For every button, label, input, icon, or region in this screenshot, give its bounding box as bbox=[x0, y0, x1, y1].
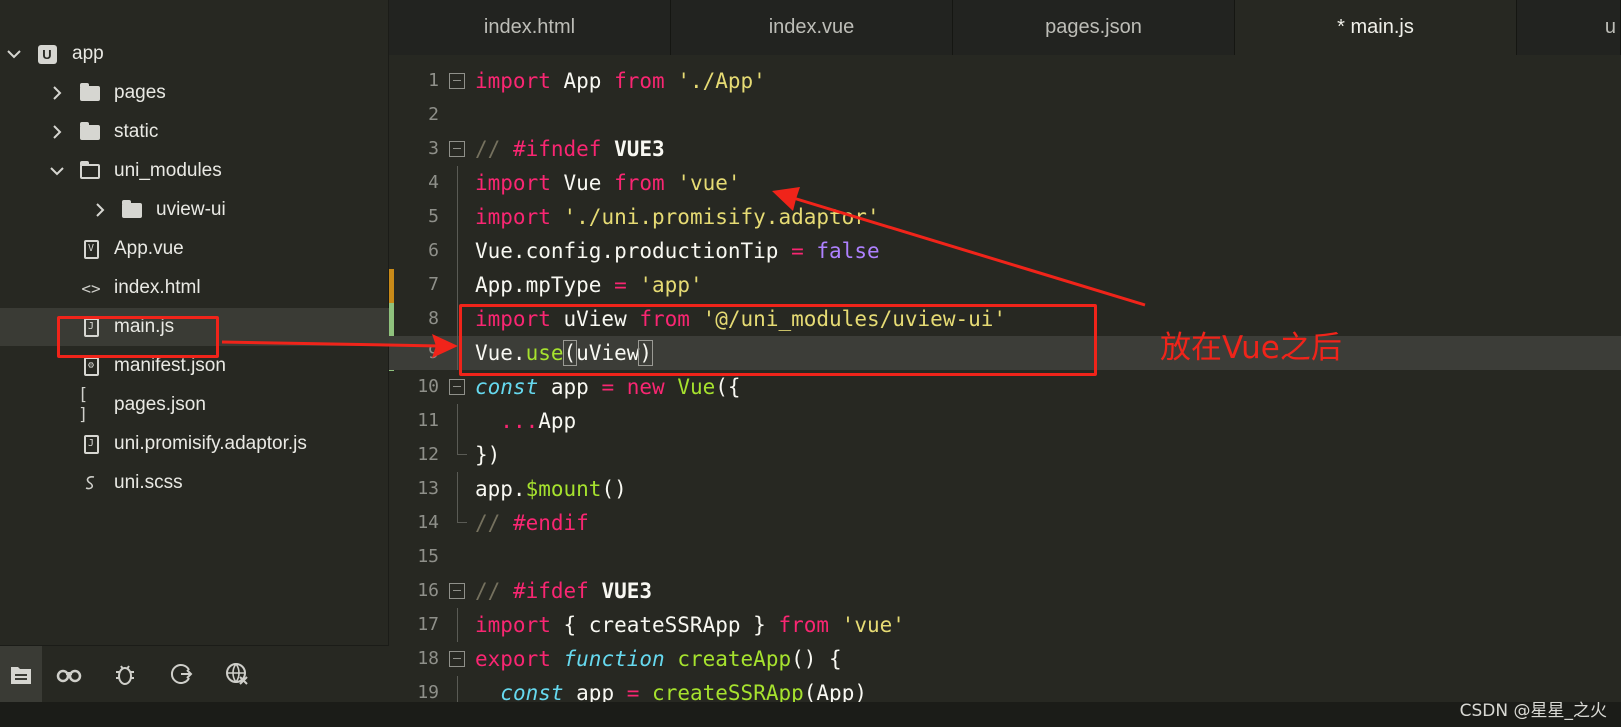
code-line: 2 bbox=[428, 104, 439, 125]
vue-file-icon: V bbox=[80, 238, 102, 260]
code-line: 3 // #ifndef VUE3 bbox=[389, 132, 1621, 166]
sidebar-toolbar bbox=[0, 645, 389, 703]
tree-item-uni-modules[interactable]: uni_modules bbox=[0, 152, 389, 190]
code-line: 15 bbox=[417, 546, 439, 567]
chevron-down-icon[interactable] bbox=[4, 44, 24, 64]
code-line: 12 }) bbox=[389, 438, 1621, 472]
fold-toggle-icon[interactable] bbox=[449, 141, 465, 157]
fold-toggle-icon[interactable] bbox=[449, 651, 465, 667]
chevron-right-icon[interactable] bbox=[47, 83, 67, 103]
tab-pages-json[interactable]: pages.json bbox=[953, 0, 1235, 55]
scss-file-icon bbox=[80, 472, 102, 494]
app-project-icon: U bbox=[36, 43, 58, 65]
annotation-highlight-code bbox=[459, 304, 1097, 376]
tree-item-pages-json[interactable]: [ ] pages.json bbox=[0, 385, 389, 425]
html-file-icon: <> bbox=[81, 278, 101, 298]
folder-icon bbox=[79, 121, 101, 143]
tree-item-static[interactable]: static bbox=[0, 113, 389, 151]
code-line: 1 import App from './App' bbox=[389, 64, 1621, 98]
debug-icon[interactable] bbox=[107, 656, 143, 692]
git-icon[interactable] bbox=[163, 656, 199, 692]
tab-index-vue[interactable]: index.vue bbox=[671, 0, 953, 55]
code-line: 16 // #ifdef VUE3 bbox=[389, 574, 1621, 608]
code-line: 13 app.$mount() bbox=[389, 472, 1621, 506]
code-text: import App from './App' bbox=[475, 69, 766, 93]
code-text: app.$mount() bbox=[475, 477, 627, 501]
js-file-icon: J bbox=[80, 433, 102, 455]
code-line: 18 export function createApp() { bbox=[389, 642, 1621, 676]
tree-item-app[interactable]: U app bbox=[0, 35, 389, 73]
editor-tab-bar: index.html index.vue pages.json * main.j… bbox=[389, 0, 1621, 55]
tree-item-uni-scss[interactable]: uni.scss bbox=[0, 464, 389, 502]
annotation-highlight-file bbox=[57, 316, 219, 358]
watermark: CSDN @星星_之火 bbox=[1459, 701, 1607, 721]
fold-toggle-icon[interactable] bbox=[449, 583, 465, 599]
code-text: import Vue from 'vue' bbox=[475, 171, 741, 195]
code-text: export function createApp() { bbox=[475, 647, 842, 671]
tree-item-uview-ui[interactable]: uview-ui bbox=[0, 191, 389, 229]
code-text: // #endif bbox=[475, 511, 589, 535]
fold-toggle-icon[interactable] bbox=[449, 379, 465, 395]
code-text: import { createSSRApp } from 'vue' bbox=[475, 613, 905, 637]
folder-icon bbox=[121, 199, 143, 221]
json-file-icon: [ ] bbox=[78, 385, 89, 425]
annotation-note: 放在Vue之后 bbox=[1160, 330, 1342, 366]
chevron-right-icon[interactable] bbox=[90, 200, 110, 220]
code-line: 7 App.mpType = 'app' bbox=[389, 268, 1621, 302]
code-line: 6 Vue.config.productionTip = false bbox=[389, 234, 1621, 268]
code-text: const app = createSSRApp(App) bbox=[500, 681, 867, 702]
code-line: 14 // #endif bbox=[389, 506, 1621, 540]
tree-item-uni-promisify-adaptor-js[interactable]: J uni.promisify.adaptor.js bbox=[0, 425, 389, 463]
tree-item-index-html[interactable]: <> index.html bbox=[0, 269, 389, 307]
code-text: App.mpType = 'app' bbox=[475, 273, 703, 297]
code-text: }) bbox=[475, 443, 501, 467]
search-icon[interactable] bbox=[51, 656, 87, 692]
folder-icon bbox=[79, 82, 101, 104]
explorer-icon[interactable] bbox=[0, 646, 42, 703]
code-text: import './uni.promisify.adaptor' bbox=[475, 205, 880, 229]
chevron-right-icon[interactable] bbox=[47, 122, 67, 142]
fold-toggle-icon[interactable] bbox=[449, 73, 465, 89]
tree-item-pages[interactable]: pages bbox=[0, 74, 389, 112]
code-line: 11 ...App bbox=[389, 404, 1621, 438]
tab-overflow[interactable]: u bbox=[1517, 0, 1621, 55]
code-text: // #ifdef VUE3 bbox=[475, 579, 653, 603]
chevron-down-icon[interactable] bbox=[47, 161, 67, 181]
code-line: 17 import { createSSRApp } from 'vue' bbox=[389, 608, 1621, 642]
folder-open-icon bbox=[79, 160, 101, 182]
code-line: 5 import './uni.promisify.adaptor' bbox=[389, 200, 1621, 234]
tab-index-html[interactable]: index.html bbox=[389, 0, 671, 55]
code-line: 19 const app = createSSRApp(App) bbox=[389, 676, 1621, 702]
tab-main-js[interactable]: * main.js bbox=[1235, 0, 1517, 55]
code-text: Vue.config.productionTip = false bbox=[475, 239, 880, 263]
status-bar bbox=[0, 702, 1621, 727]
code-editor[interactable]: 1 import App from './App' 2 3 // #ifndef… bbox=[389, 55, 1621, 702]
tree-item-app-vue[interactable]: V App.vue bbox=[0, 230, 389, 268]
code-line: 4 import Vue from 'vue' bbox=[389, 166, 1621, 200]
code-text: // #ifndef VUE3 bbox=[475, 137, 665, 161]
settings-file-icon: ⚙ bbox=[80, 355, 102, 377]
extensions-icon[interactable] bbox=[219, 656, 255, 692]
code-text: ...App bbox=[500, 409, 577, 433]
